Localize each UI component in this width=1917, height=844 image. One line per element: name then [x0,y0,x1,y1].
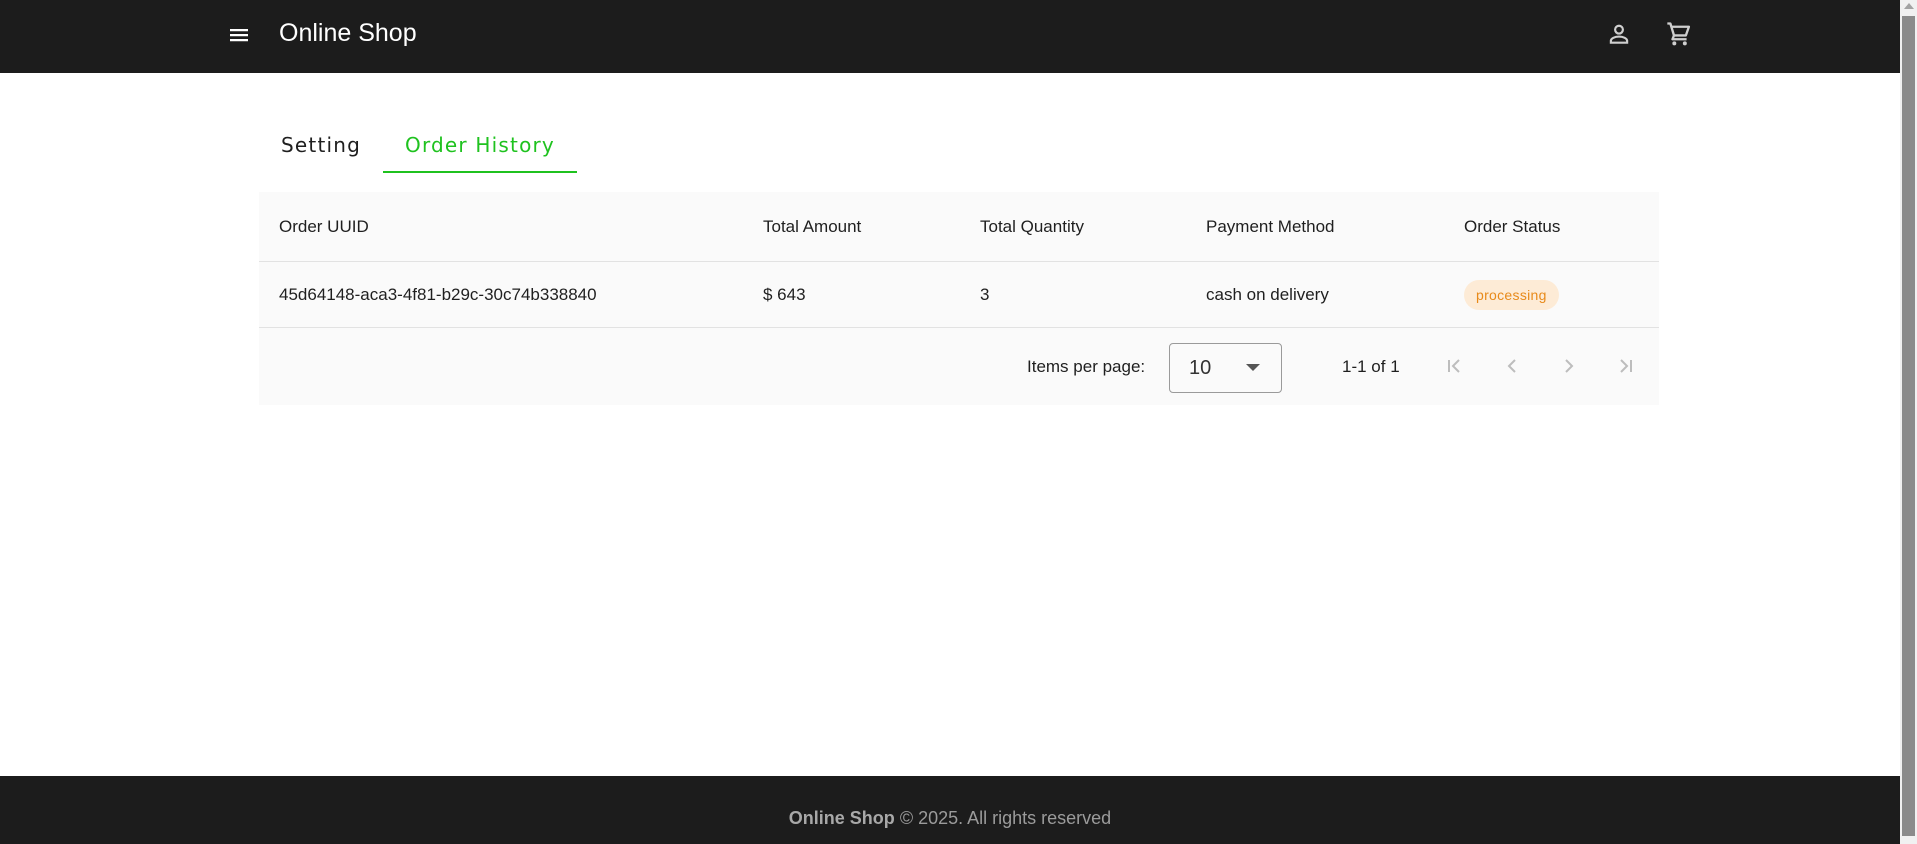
chevron-down-icon [1246,364,1260,371]
column-header-order-status: Order Status [1464,216,1561,236]
scroll-up-arrow-icon[interactable] [1904,3,1914,9]
order-history-table: Order UUID Total Amount Total Quantity P… [259,192,1659,405]
first-page-icon [1448,359,1460,373]
items-per-page-label: Items per page: [1027,356,1146,376]
footer-brand: Online Shop [788,808,895,828]
vertical-scrollbar[interactable] [1900,0,1917,844]
scrollbar-thumb[interactable] [1902,16,1915,836]
profile-tabs: Setting Order History [259,117,577,173]
column-header-payment-method: Payment Method [1206,216,1335,236]
total-quantity-cell: 3 [980,284,990,304]
shopping-cart-icon [1667,22,1691,46]
last-page-button[interactable] [1608,348,1644,384]
top-app-bar: Online Shop [0,0,1900,73]
footer: Online Shop © 2025. All rights reserved [0,776,1900,844]
page-size-value: 10 [1189,356,1212,379]
app-title[interactable]: Online Shop [279,19,417,48]
page-range-label: 1-1 of 1 [1342,356,1400,376]
payment-method-cell: cash on delivery [1206,284,1329,304]
chevron-left-icon [1507,359,1516,373]
cart-button[interactable] [1661,16,1697,52]
previous-page-button[interactable] [1494,348,1530,384]
column-header-total-quantity: Total Quantity [980,216,1084,236]
page-size-select[interactable]: 10 [1169,343,1282,393]
first-page-button[interactable] [1436,348,1472,384]
total-amount-cell: $ 643 [763,284,806,304]
table-row[interactable]: 45d64148-aca3-4f81-b29c-30c74b338840 $ 6… [259,262,1659,328]
chevron-right-icon [1565,359,1574,373]
account-button[interactable] [1601,16,1637,52]
column-header-total-amount: Total Amount [763,216,862,236]
menu-icon [230,29,248,42]
table-header-row: Order UUID Total Amount Total Quantity P… [259,192,1659,262]
tab-setting[interactable]: Setting [259,117,383,173]
status-badge: processing [1464,279,1559,310]
footer-copyright: © 2025. All rights reserved [899,808,1112,828]
menu-button[interactable] [222,18,256,52]
order-uuid-cell: 45d64148-aca3-4f81-b29c-30c74b338840 [279,284,597,304]
footer-text: Online Shop © 2025. All rights reserved [0,808,1900,829]
page: Online Shop Setting Order History Order … [0,0,1900,844]
next-page-button[interactable] [1551,348,1587,384]
tab-order-history[interactable]: Order History [383,117,577,173]
account-icon [1609,24,1629,44]
column-header-order-uuid: Order UUID [279,216,369,236]
last-page-icon [1620,359,1632,373]
paginator: Items per page: 10 1-1 of 1 [259,328,1659,405]
order-status-cell: processing [1464,262,1559,327]
